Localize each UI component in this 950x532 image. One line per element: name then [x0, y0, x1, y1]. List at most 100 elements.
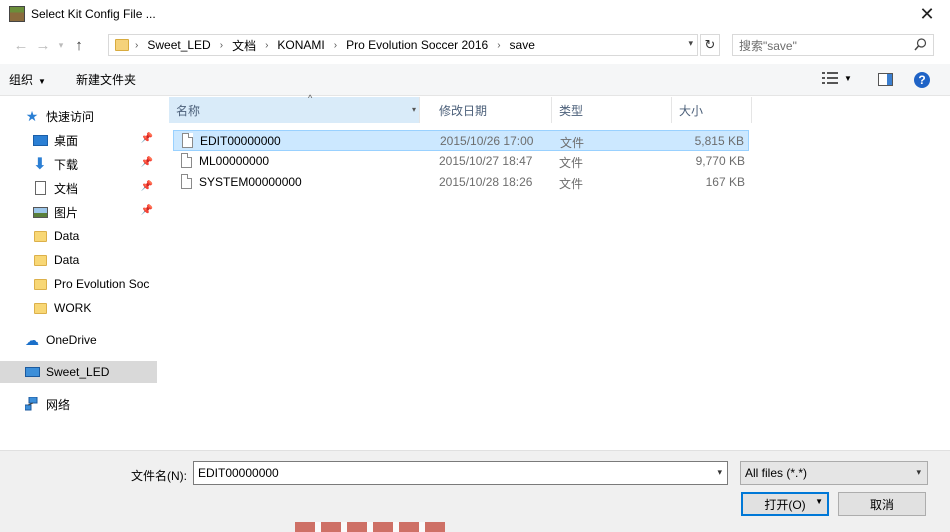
filename-value: EDIT00000000 [198, 466, 279, 480]
file-type-value: All files (*.*) [745, 466, 808, 480]
sidebar-item-quick-access[interactable]: ★ 快速访问 [24, 105, 181, 127]
filename-field[interactable]: EDIT00000000 ▾ [193, 461, 728, 485]
caret-down-icon: ▼ [38, 77, 46, 86]
column-header-date[interactable]: 修改日期 [432, 97, 552, 123]
column-header-name[interactable]: 名称 ^ ▾ [169, 93, 420, 123]
file-type: 文件 [559, 156, 584, 170]
command-toolbar: 组织 ▼ 新建文件夹 ▼ ? [0, 64, 950, 96]
help-icon[interactable]: ? [914, 72, 930, 88]
back-arrow-icon[interactable]: ← [10, 34, 32, 56]
search-icon [914, 38, 927, 51]
sidebar-item-label: OneDrive [46, 333, 97, 347]
sidebar-item-label: WORK [54, 301, 92, 315]
new-folder-button[interactable]: 新建文件夹 [66, 71, 146, 88]
desktop-icon [32, 133, 48, 147]
file-name: SYSTEM00000000 [199, 175, 302, 189]
title-bar: Select Kit Config File ... ✕ [0, 0, 950, 28]
file-date: 2015/10/27 18:47 [439, 154, 533, 168]
pin-icon[interactable]: 📌 [141, 181, 153, 192]
file-name: EDIT00000000 [200, 134, 281, 148]
folder-icon [32, 277, 48, 291]
organize-menu[interactable]: 组织 ▼ [9, 71, 46, 88]
filename-label: 文件名(N): [131, 469, 187, 483]
breadcrumb-save[interactable]: save [508, 38, 537, 52]
sidebar-item-label: 桌面 [54, 133, 79, 148]
change-view-button[interactable]: ▼ [822, 72, 852, 84]
chevron-right-icon[interactable]: › [490, 40, 507, 51]
file-row[interactable]: SYSTEM00000000 2015/10/28 18:26 文件 167 K… [173, 172, 749, 193]
file-date: 2015/10/26 17:00 [440, 134, 534, 148]
sidebar-item-data-2[interactable]: Data [0, 249, 157, 271]
preview-pane-icon[interactable] [878, 73, 893, 86]
sidebar-item-label: Pro Evolution Soc [54, 277, 150, 291]
sidebar-item-label: 快速访问 [46, 109, 95, 124]
file-type: 文件 [559, 177, 584, 191]
breadcrumb-sweet-led[interactable]: Sweet_LED [145, 38, 212, 52]
chevron-down-icon[interactable]: ▾ [717, 467, 722, 478]
sidebar-item-work[interactable]: WORK [0, 297, 157, 319]
cancel-button[interactable]: 取消 [838, 492, 926, 516]
folder-icon [32, 301, 48, 315]
pin-icon[interactable]: 📌 [141, 205, 153, 216]
sidebar-item-pro-evolution[interactable]: Pro Evolution Soc [0, 273, 157, 295]
caret-down-icon[interactable]: ▼ [815, 497, 823, 506]
search-input[interactable]: 搜索"save" [732, 34, 934, 56]
sidebar-item-downloads[interactable]: ⬇ 下载 📌 [0, 153, 157, 175]
cloud-icon: ☁ [25, 331, 39, 348]
address-bar[interactable]: › Sweet_LED › 文档 › KONAMI › Pro Evolutio… [108, 34, 698, 56]
sidebar-item-network[interactable]: 网络 [0, 393, 157, 415]
sort-ascending-icon: ^ [308, 93, 313, 103]
sidebar-item-label: 网络 [46, 397, 71, 412]
chevron-right-icon[interactable]: › [258, 40, 275, 51]
file-type: 文件 [560, 136, 585, 150]
folder-icon [115, 39, 129, 51]
sidebar-item-onedrive[interactable]: ☁ OneDrive [0, 329, 157, 351]
column-header-label: 类型 [559, 103, 584, 118]
chevron-right-icon[interactable]: › [327, 40, 344, 51]
sidebar-item-data-1[interactable]: Data [0, 225, 157, 247]
file-size: 5,815 KB [694, 134, 744, 148]
sidebar-item-desktop[interactable]: 桌面 📌 [0, 129, 157, 151]
breadcrumb-pes2016[interactable]: Pro Evolution Soccer 2016 [344, 38, 490, 52]
forward-arrow-icon[interactable]: → [32, 34, 54, 56]
file-icon [181, 174, 192, 189]
window-title: Select Kit Config File ... [31, 7, 156, 21]
sidebar-item-label: Sweet_LED [46, 365, 110, 379]
picture-icon [32, 205, 48, 219]
file-row[interactable]: EDIT00000000 2015/10/26 17:00 文件 5,815 K… [173, 130, 749, 151]
network-icon [24, 397, 40, 411]
file-row[interactable]: ML00000000 2015/10/27 18:47 文件 9,770 KB [173, 151, 749, 172]
details-view-icon [822, 72, 838, 84]
file-list: 名称 ^ ▾ 修改日期 类型 大小 EDIT00000000 2015/10/2… [160, 93, 950, 450]
sidebar-item-this-pc[interactable]: Sweet_LED [0, 361, 157, 383]
column-header-type[interactable]: 类型 [552, 97, 672, 123]
file-icon [181, 153, 192, 168]
close-button[interactable]: ✕ [904, 0, 950, 28]
pin-icon[interactable]: 📌 [141, 157, 153, 168]
chevron-right-icon[interactable]: › [213, 40, 230, 51]
recent-locations-chevron-icon[interactable]: ▾ [54, 34, 68, 56]
sidebar-item-documents[interactable]: 文档 📌 [0, 177, 157, 199]
column-header-label: 名称 [176, 103, 201, 118]
breadcrumb-konami[interactable]: KONAMI [275, 38, 326, 52]
up-arrow-icon[interactable]: ↑ [68, 34, 90, 56]
folder-icon [32, 229, 48, 243]
address-history-chevron-icon[interactable]: ▾ [688, 38, 693, 49]
file-date: 2015/10/28 18:26 [439, 175, 533, 189]
file-type-select[interactable]: All files (*.*) ▾ [740, 461, 928, 485]
dialog-footer: 文件名(N): EDIT00000000 ▾ All files (*.*) ▾… [0, 450, 950, 532]
chevron-down-icon[interactable]: ▾ [412, 105, 416, 114]
sidebar-item-label: 下载 [54, 157, 79, 172]
sidebar-item-label: 文档 [54, 181, 79, 196]
column-header-size[interactable]: 大小 [672, 97, 752, 123]
sidebar-item-pictures[interactable]: 图片 📌 [0, 201, 157, 223]
file-size: 167 KB [705, 175, 745, 189]
sidebar-item-label: Data [54, 229, 80, 243]
open-button-label: 打开(O) [764, 497, 806, 512]
pin-icon[interactable]: 📌 [141, 133, 153, 144]
file-size: 9,770 KB [695, 154, 745, 168]
refresh-icon[interactable]: ↻ [700, 34, 720, 56]
open-button[interactable]: 打开(O) ▼ [741, 492, 829, 516]
chevron-right-icon[interactable]: › [135, 40, 145, 51]
breadcrumb-documents[interactable]: 文档 [230, 37, 258, 54]
